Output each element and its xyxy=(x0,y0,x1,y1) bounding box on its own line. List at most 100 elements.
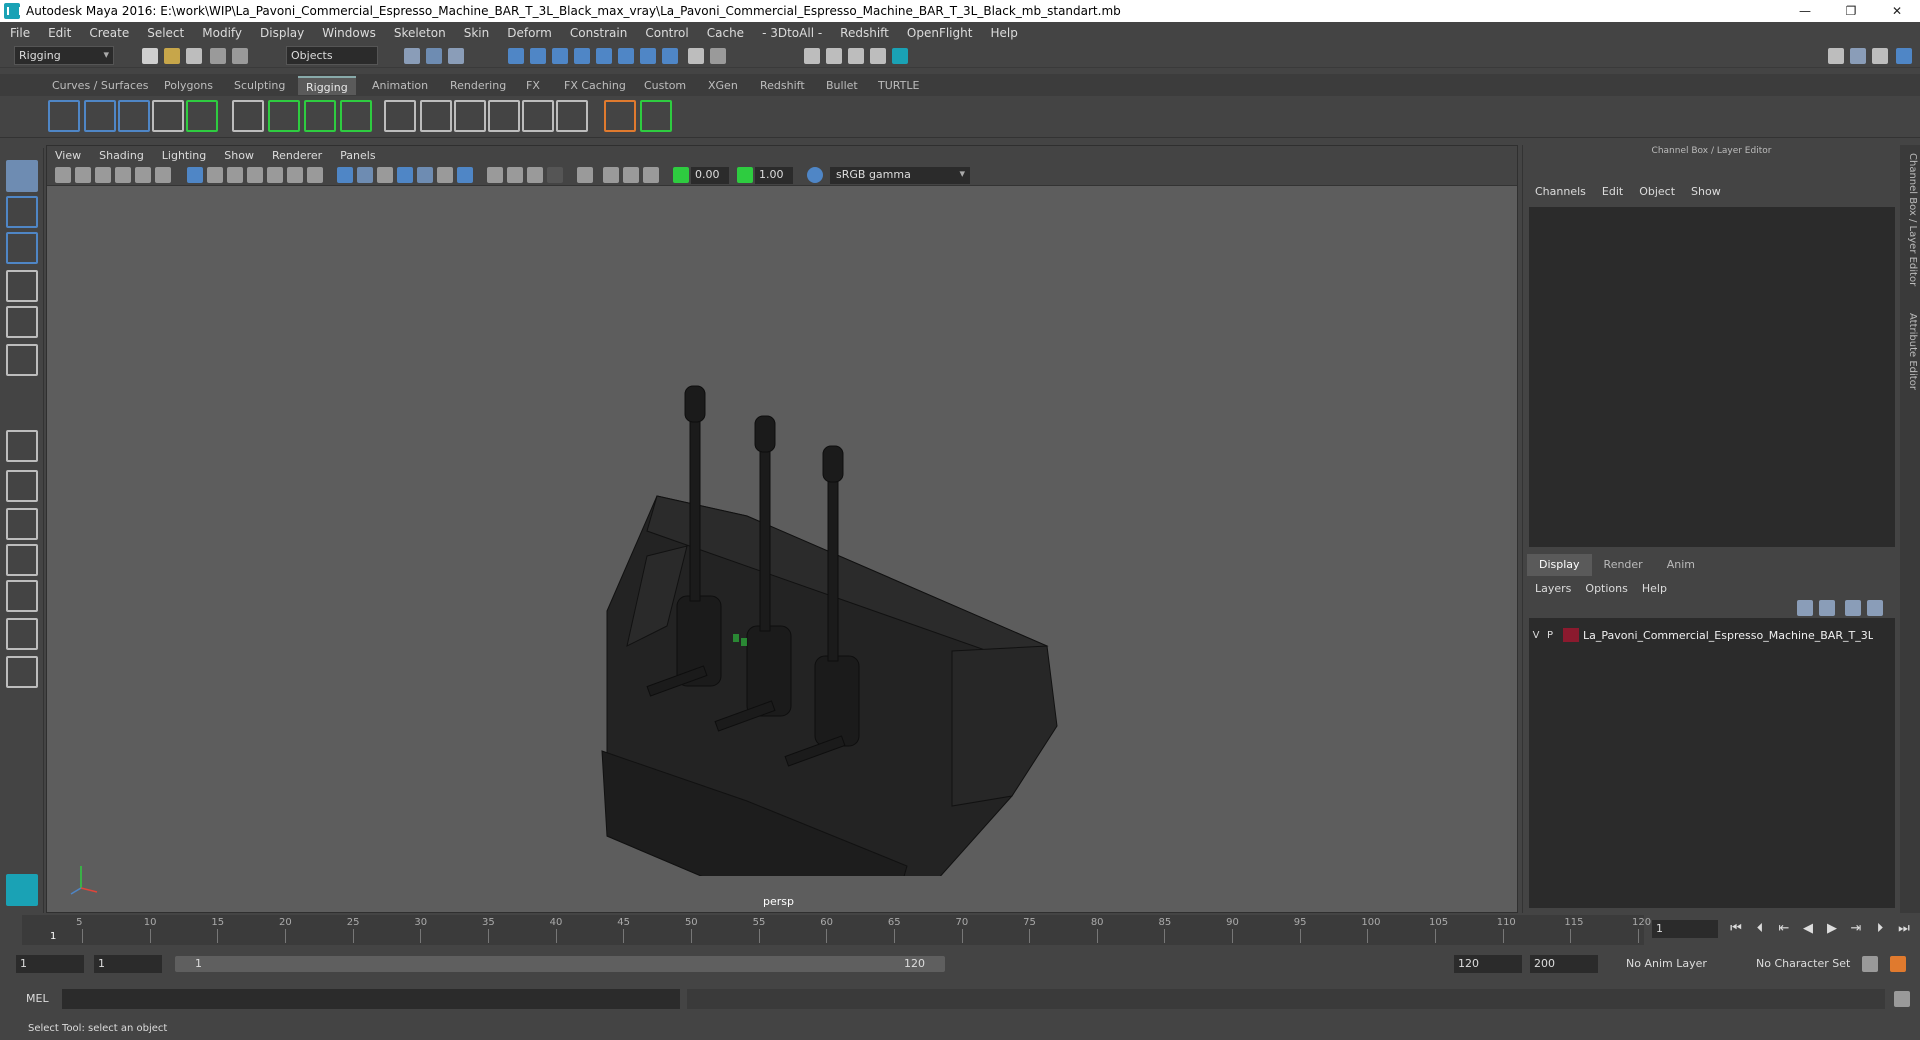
tab-render[interactable]: Render xyxy=(1592,554,1655,576)
playback-start-field[interactable]: 1 xyxy=(94,955,162,973)
menu-help[interactable]: Help xyxy=(990,26,1017,40)
move-layer-up-icon[interactable] xyxy=(1797,600,1813,616)
color-space-dropdown[interactable]: sRGB gamma xyxy=(830,167,970,184)
time-slider[interactable]: 1 5 10 15 20 25 30 35 40 45 50 55 60 65 70 75 80 85 90 95 1… xyxy=(0,913,1920,947)
step-forward-key-icon[interactable]: ⇥ xyxy=(1848,921,1864,937)
viewport-menu-shading[interactable]: Shading xyxy=(99,149,144,162)
shadows-icon[interactable] xyxy=(437,167,453,183)
attribute-editor-toggle-icon[interactable] xyxy=(1872,48,1888,64)
animation-end-field[interactable]: 200 xyxy=(1530,955,1598,973)
shelf-tab-fx[interactable]: FX xyxy=(518,76,548,95)
playback-end-field[interactable]: 120 xyxy=(1454,955,1522,973)
side-tab-channel-box[interactable]: Channel Box / Layer Editor xyxy=(1902,153,1918,286)
menu-set-selector[interactable]: Rigging xyxy=(14,46,114,65)
undo-icon[interactable] xyxy=(210,48,226,64)
motion-blur-icon[interactable] xyxy=(487,167,503,183)
four-view-layout-icon[interactable] xyxy=(6,470,38,502)
layer-row[interactable]: V P La_Pavoni_Commercial_Espresso_Machin… xyxy=(1529,626,1895,644)
side-tab-attribute-editor[interactable]: Attribute Editor xyxy=(1902,313,1918,390)
lasso-tool-icon[interactable] xyxy=(6,196,38,228)
shelf-tab-xgen[interactable]: XGen xyxy=(700,76,746,95)
film-gate-icon[interactable] xyxy=(207,167,223,183)
step-back-frame-icon[interactable]: ⏴ xyxy=(1752,921,1768,937)
scale-constraint-icon[interactable] xyxy=(488,100,520,132)
2d-pan-zoom-icon[interactable] xyxy=(135,167,151,183)
mirror-joint-icon[interactable] xyxy=(186,100,218,132)
persp-outliner-layout-icon[interactable] xyxy=(6,508,38,540)
help-menu[interactable]: Help xyxy=(1642,582,1667,595)
viewport-menu-view[interactable]: View xyxy=(55,149,81,162)
viewport-panel[interactable]: View Shading Lighting Show Renderer Pane… xyxy=(46,145,1518,913)
menu-file[interactable]: File xyxy=(10,26,30,40)
persp-graph-layout-icon[interactable] xyxy=(6,544,38,576)
construction-history-icon[interactable] xyxy=(710,48,726,64)
question-icon[interactable] xyxy=(662,48,678,64)
move-tool-icon[interactable] xyxy=(6,270,38,302)
script-editor-layout-icon[interactable] xyxy=(6,618,38,650)
menu-create[interactable]: Create xyxy=(89,26,129,40)
scale-tool-icon[interactable] xyxy=(6,344,38,376)
shelf-tab-rigging[interactable]: Rigging xyxy=(298,76,356,95)
select-by-component-icon[interactable] xyxy=(448,48,464,64)
safe-action-icon[interactable] xyxy=(287,167,303,183)
command-language-toggle[interactable]: MEL xyxy=(26,992,49,1005)
step-back-key-icon[interactable]: ⇤ xyxy=(1776,921,1792,937)
minimize-button[interactable]: — xyxy=(1782,0,1828,22)
camera-attributes-icon[interactable] xyxy=(75,167,91,183)
restore-button[interactable]: ❐ xyxy=(1828,0,1874,22)
smooth-shade-icon[interactable] xyxy=(357,167,373,183)
hypershade-icon[interactable] xyxy=(892,48,908,64)
menu-display[interactable]: Display xyxy=(260,26,304,40)
channels-list[interactable] xyxy=(1529,207,1895,547)
resolution-gate-icon[interactable] xyxy=(227,167,243,183)
gamma-icon[interactable] xyxy=(737,167,753,183)
script-editor-icon[interactable] xyxy=(1894,991,1910,1007)
gamma-field[interactable]: 1.00 xyxy=(755,167,793,184)
open-scene-icon[interactable] xyxy=(164,48,180,64)
outliner-toggle-icon[interactable] xyxy=(1850,48,1866,64)
viewport-menu-show[interactable]: Show xyxy=(224,149,254,162)
shelf-tab-polygons[interactable]: Polygons xyxy=(156,76,221,95)
animation-start-field[interactable]: 1 xyxy=(16,955,84,973)
edit-menu[interactable]: Edit xyxy=(1602,185,1623,203)
xray-components-icon[interactable] xyxy=(623,167,639,183)
shelf-tab-fx-caching[interactable]: FX Caching xyxy=(556,76,634,95)
menu-skin[interactable]: Skin xyxy=(464,26,490,40)
go-to-start-icon[interactable]: ⏮ xyxy=(1728,921,1744,937)
xray-icon[interactable] xyxy=(577,167,593,183)
anim-layer-dropdown[interactable]: No Anim Layer xyxy=(1622,955,1711,973)
auto-key-icon[interactable] xyxy=(1862,956,1878,972)
shelf-tab-animation[interactable]: Animation xyxy=(364,76,436,95)
anti-aliasing-icon[interactable] xyxy=(507,167,523,183)
viewport-menu-renderer[interactable]: Renderer xyxy=(272,149,322,162)
menu-edit[interactable]: Edit xyxy=(48,26,71,40)
orient-constraint-icon[interactable] xyxy=(454,100,486,132)
shelf-tab-bullet[interactable]: Bullet xyxy=(818,76,866,95)
ik-spline-icon[interactable] xyxy=(118,100,150,132)
snap-curve-icon[interactable] xyxy=(530,48,546,64)
bookmark-icon[interactable] xyxy=(95,167,111,183)
shelf-tab-turtle[interactable]: TURTLE xyxy=(870,76,927,95)
grid-icon[interactable] xyxy=(187,167,203,183)
lattice-icon[interactable] xyxy=(304,100,336,132)
play-forwards-icon[interactable]: ▶ xyxy=(1824,921,1840,937)
wireframe-on-shaded-icon[interactable] xyxy=(377,167,393,183)
ik-handle-icon[interactable] xyxy=(84,100,116,132)
hik-icon[interactable] xyxy=(640,100,672,132)
close-button[interactable]: ✕ xyxy=(1874,0,1920,22)
new-scene-icon[interactable] xyxy=(142,48,158,64)
locator-icon[interactable] xyxy=(604,100,636,132)
menu-openflight[interactable]: OpenFlight xyxy=(907,26,973,40)
play-backwards-icon[interactable]: ◀ xyxy=(1800,921,1816,937)
paint-weights-icon[interactable] xyxy=(268,100,300,132)
use-all-lights-icon[interactable] xyxy=(417,167,433,183)
shelf-tab-redshift[interactable]: Redshift xyxy=(752,76,813,95)
cluster-icon[interactable] xyxy=(340,100,372,132)
tab-anim[interactable]: Anim xyxy=(1655,554,1707,576)
channel-box-toggle-icon[interactable] xyxy=(1896,48,1912,64)
xray-joints-icon[interactable] xyxy=(603,167,619,183)
single-perspective-layout-icon[interactable] xyxy=(6,430,38,462)
symmetry-icon[interactable] xyxy=(640,48,656,64)
step-forward-frame-icon[interactable]: ⏵ xyxy=(1872,921,1888,937)
layer-name[interactable]: La_Pavoni_Commercial_Espresso_Machine_BA… xyxy=(1583,629,1873,642)
